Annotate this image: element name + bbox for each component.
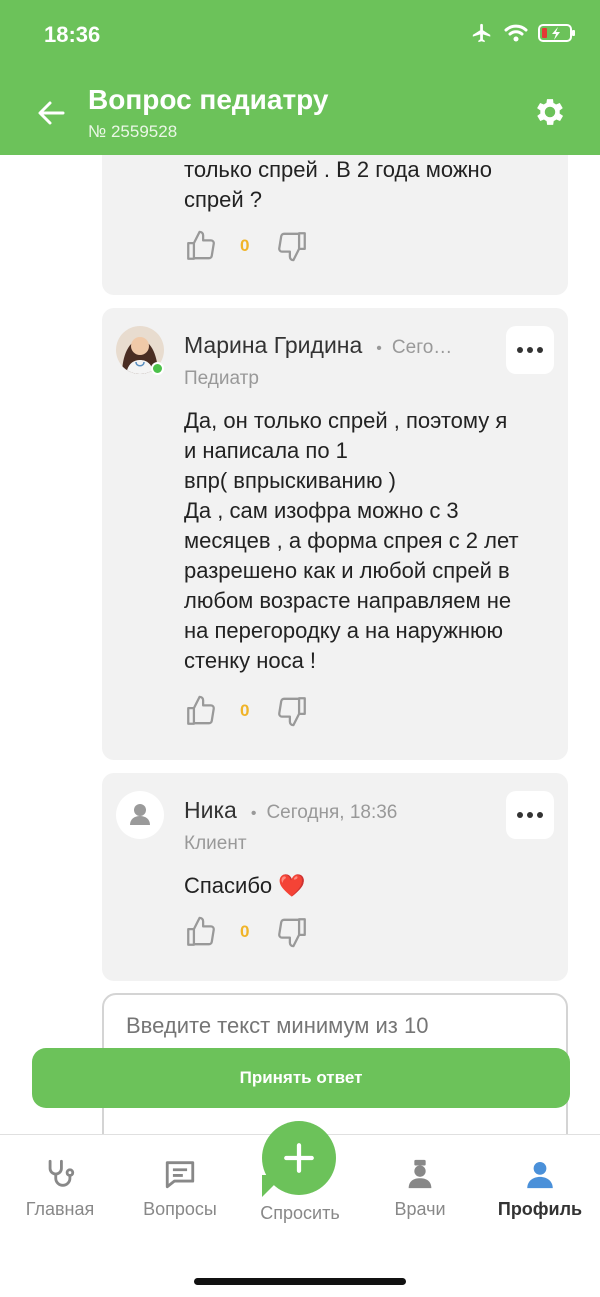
message-text: Да, он только спрей , поэтому я и написа… [184,408,519,673]
message-time: Сего… [391,337,453,358]
plus-icon [284,1143,314,1173]
tab-home[interactable]: Главная [5,1157,115,1220]
author-name[interactable]: Ника [184,797,237,823]
profile-icon [527,1161,553,1189]
message-text: только спрей . В 2 года можно спрей ? [184,157,492,212]
messages-list[interactable]: только спрей . В 2 года можно спрей ? 0 … [0,155,600,1135]
message-card: Ника • Сегодня, 18:36 Клиент Спасибо ❤️ 0 [102,773,568,981]
tab-label: Врачи [394,1199,446,1219]
chat-icon [165,1161,195,1189]
likes-count: 0 [240,701,250,720]
status-bar: 18:36 [44,22,576,50]
title-row: Вопрос педиатру № 2559528 [0,84,600,144]
message-author: Ника • Сегодня, 18:36 [184,797,397,824]
likes-count: 0 [240,236,250,255]
separator-dot: • [250,805,257,822]
tab-label: Главная [25,1199,95,1219]
stethoscope-icon [48,1159,75,1187]
thumbs-down-icon[interactable] [275,694,309,728]
tab-doctors[interactable]: Врачи [365,1157,475,1220]
doctor-icon [408,1159,432,1189]
author-role: Педиатр [184,368,259,389]
reply-input[interactable] [126,1013,546,1039]
tab-ask[interactable]: Спросить [245,1203,355,1224]
tab-label: Спросить [260,1203,340,1223]
reactions: 0 [184,229,309,263]
status-icons [470,22,576,44]
page-title: Вопрос педиатру [88,84,329,115]
message-card: Марина Гридина • Сего… Педиатр Да, он толь… [102,308,568,760]
tab-questions[interactable]: Вопросы [125,1157,235,1220]
message-author: Марина Гридина • Сего… [184,332,452,359]
gear-icon[interactable] [532,94,568,130]
tab-label: Вопросы [143,1199,217,1219]
thumbs-up-icon[interactable] [184,694,218,728]
separator-dot: • [376,340,382,357]
author-name[interactable]: Марина Гридина [184,332,362,358]
bottom-tab-bar: Главная Вопросы Спросить Врачи Профиль [0,1121,600,1297]
online-indicator [151,362,164,375]
more-options-button[interactable] [506,326,554,374]
question-number: № 2559528 [88,122,178,141]
thumbs-down-icon[interactable] [275,229,309,263]
accept-answer-button[interactable]: Принять ответ [32,1048,570,1108]
reactions: 0 [184,694,309,728]
status-time: 18:36 [44,22,101,47]
back-arrow-icon[interactable] [36,98,66,128]
tab-profile[interactable]: Профиль [485,1157,595,1220]
message-time: Сегодня, 18:36 [266,802,398,823]
app-header: 18:36 Вопрос педиатру № 2559528 [0,0,600,155]
thumbs-up-icon[interactable] [184,915,218,949]
thumbs-down-icon[interactable] [275,915,309,949]
message-card: только спрей . В 2 года можно спрей ? 0 [102,155,568,295]
likes-count: 0 [240,922,250,941]
battery-icon [538,24,575,42]
airplane-icon [472,23,491,43]
reactions: 0 [184,915,309,949]
thumbs-up-icon[interactable] [184,229,218,263]
user-avatar-icon[interactable] [116,791,164,839]
tab-label: Профиль [497,1199,583,1219]
wifi-icon [504,24,528,42]
home-indicator [194,1278,406,1285]
more-options-button[interactable] [506,791,554,839]
author-role: Клиент [184,833,247,854]
message-text: Спасибо ❤️ [184,873,306,898]
